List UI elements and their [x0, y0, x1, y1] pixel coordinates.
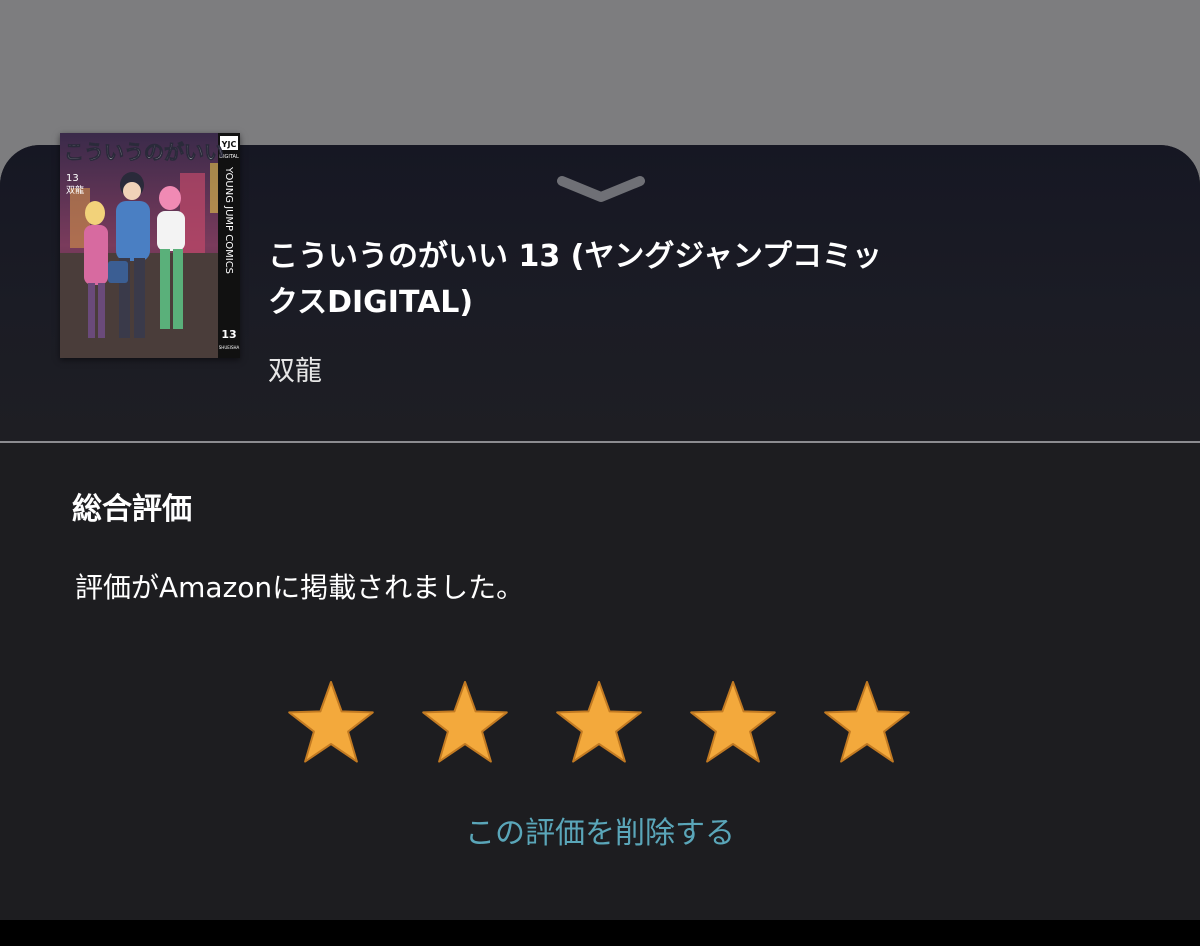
overall-rating-heading: 総合評価: [72, 492, 192, 527]
rating-status: 評価がAmazonに掲載されました。: [75, 571, 525, 604]
divider: [0, 441, 1200, 443]
book-author: 双龍: [268, 356, 322, 387]
cover-spine-volume: 13: [221, 328, 236, 341]
chevron-down-icon[interactable]: [556, 171, 646, 207]
star-icon[interactable]: [553, 676, 645, 768]
delete-rating-link[interactable]: この評価を削除する: [0, 808, 1200, 852]
cover-spine-publisher: SHUEISHA: [219, 345, 240, 350]
star-icon[interactable]: [687, 676, 779, 768]
book-title: こういうのがいい 13 (ヤングジャンプコミックスDIGITAL): [268, 239, 882, 320]
star-icon[interactable]: [285, 676, 377, 768]
cover-author: 双龍: [66, 184, 84, 196]
star-rating: [0, 676, 1200, 768]
star-icon[interactable]: [419, 676, 511, 768]
bottom-bar: [0, 920, 1200, 946]
cover-volume: 13: [66, 173, 79, 184]
book-cover: YJC DIGITAL YOUNG JUMP COMICS 13 SHUEISH…: [60, 133, 240, 358]
cover-spine-text: YOUNG JUMP COMICS: [223, 166, 234, 274]
cover-title: こういうのがいい: [64, 140, 224, 164]
star-icon[interactable]: [821, 676, 913, 768]
